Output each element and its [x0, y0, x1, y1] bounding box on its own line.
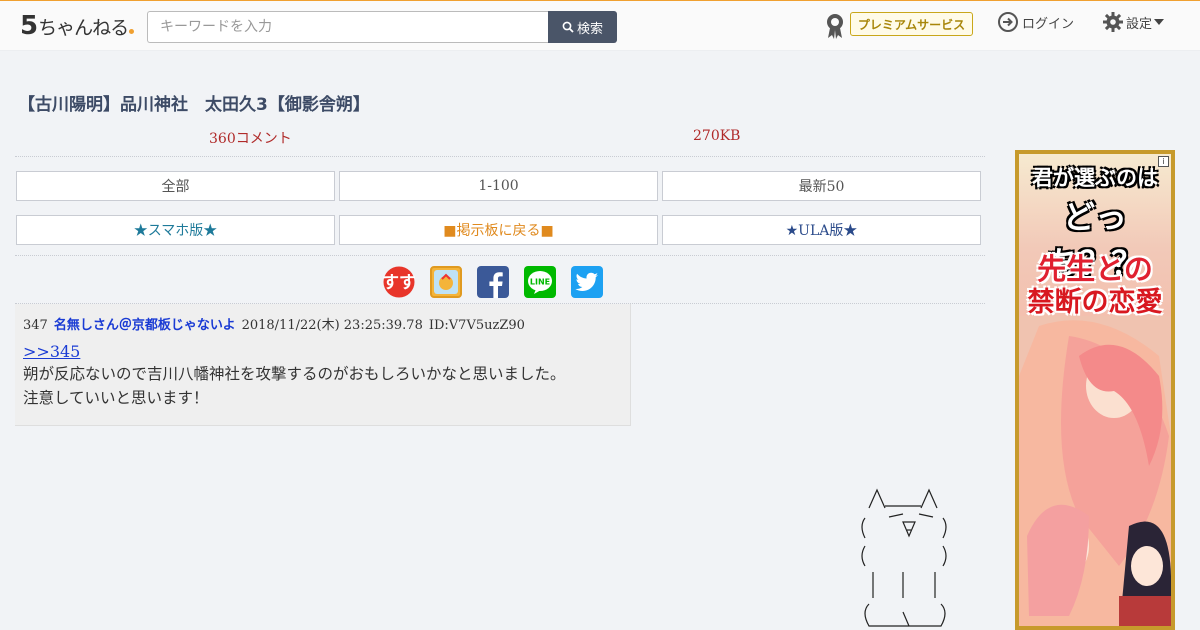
settings-label: 設定 [1126, 16, 1153, 32]
login-icon [998, 12, 1018, 32]
post-author-name: 名無しさん＠京都板じゃないよ [53, 318, 236, 333]
site-header: 5ちゃんねる キーワードを入力 検索 プレミアムサービス ログイン 設定 [0, 0, 1200, 51]
matome-icon[interactable]: すす [383, 266, 415, 298]
sidebar-ad-banner[interactable]: i 君が選ぶのは どっち？？ 先生との 禁断の恋愛 [1015, 150, 1175, 630]
back-to-board-button[interactable]: ■掲示板に戻る■ [339, 215, 658, 245]
divider [15, 156, 985, 157]
post-number[interactable]: 347 [23, 318, 48, 333]
search-button-label: 検索 [576, 21, 603, 37]
login-label: ログイン [1022, 16, 1075, 32]
post-id[interactable]: ID:V7V5uzZ90 [429, 318, 525, 333]
premium-award-icon[interactable] [824, 12, 846, 40]
post-body-line: 朔が反応ないので吉川八幡神社を攻撃するのがおもしろいかなと思いました。 [23, 365, 566, 383]
post-347: 347 名無しさん＠京都板じゃないよ 2018/11/22(木) 23:25:3… [15, 304, 631, 426]
line-icon[interactable]: LINE [524, 266, 556, 298]
post-body-line: 注意していいと思います！ [23, 389, 209, 407]
view-all-button[interactable]: 全部 [16, 171, 335, 201]
logo-text: ちゃんねる [38, 17, 129, 39]
reply-anchor-link[interactable]: >>345 [23, 342, 80, 361]
search-icon [562, 21, 574, 33]
logo-dot-icon [129, 29, 135, 34]
settings-menu[interactable]: 設定 [1102, 11, 1165, 33]
svg-text:LINE: LINE [530, 278, 550, 287]
search-input[interactable]: キーワードを入力 [147, 11, 549, 43]
view-range-button[interactable]: 1-100 [339, 171, 658, 201]
svg-text:すす: すす [383, 273, 415, 293]
twitter-icon[interactable] [571, 266, 603, 298]
ula-version-button[interactable]: ★ULA版★ [662, 215, 981, 245]
gear-icon [1103, 12, 1123, 32]
blog-icon[interactable] [430, 266, 462, 298]
facebook-icon[interactable] [477, 266, 509, 298]
premium-service-button[interactable]: プレミアムサービス [850, 12, 973, 36]
search-button[interactable]: 検索 [548, 11, 617, 43]
site-logo[interactable]: 5ちゃんねる [20, 11, 135, 41]
caret-down-icon [1154, 19, 1165, 25]
ad-headline: 禁断の恋愛 [1027, 287, 1163, 318]
comment-count: 360コメント [209, 131, 292, 147]
logo-digit: 5 [20, 11, 39, 41]
post-body: 朔が反応ないので吉川八幡神社を攻撃するのがおもしろいかなと思いました。 注意して… [23, 362, 623, 410]
ascii-cat-art [861, 488, 947, 627]
login-link[interactable]: ログイン [997, 11, 1074, 33]
ad-illustration [1019, 316, 1171, 626]
view-latest-button[interactable]: 最新50 [662, 171, 981, 201]
post-date: 2018/11/22(木) 23:25:39.78 [241, 318, 423, 333]
smartphone-version-button[interactable]: ★スマホ版★ [16, 215, 335, 245]
post-header: 347 名無しさん＠京都板じゃないよ 2018/11/22(木) 23:25:3… [23, 314, 525, 333]
divider [15, 255, 985, 256]
thread-title: 【古川陽明】品川神社 太田久3【御影舎朔】 [18, 95, 370, 115]
ad-headline: 君が選ぶのは [1032, 166, 1158, 190]
thread-size: 270KB [693, 128, 741, 144]
